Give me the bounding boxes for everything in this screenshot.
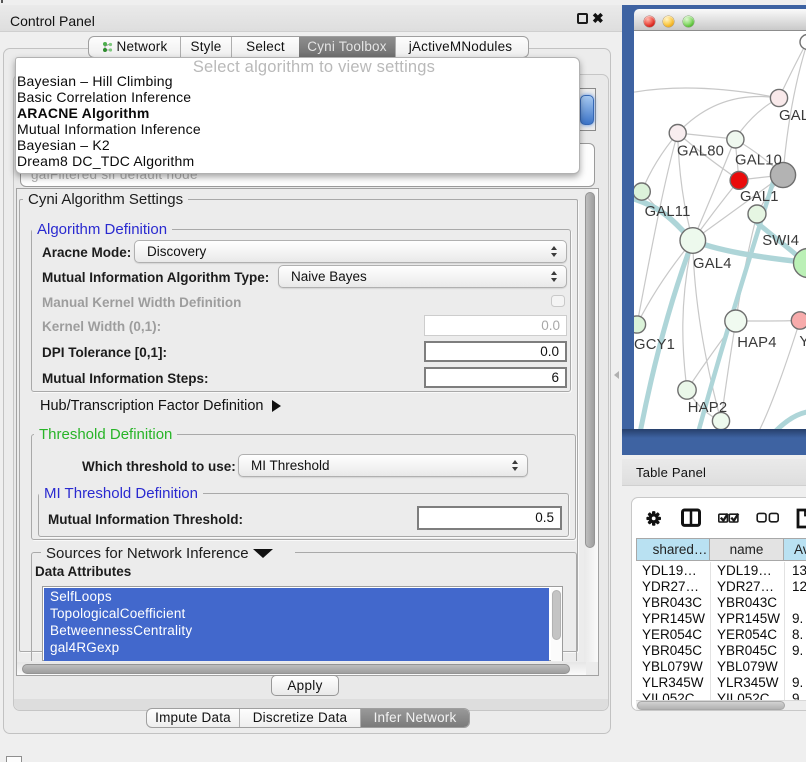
svg-text:GAL11: GAL11 xyxy=(645,204,691,220)
svg-text:GAL4: GAL4 xyxy=(693,256,732,272)
svg-text:HAP4: HAP4 xyxy=(737,335,776,351)
svg-text:YM: YM xyxy=(799,334,806,350)
svg-text:GAL80: GAL80 xyxy=(677,144,724,160)
svg-text:GCY1: GCY1 xyxy=(634,337,675,353)
svg-text:SWI4: SWI4 xyxy=(762,233,799,249)
svg-text:GAL10: GAL10 xyxy=(735,153,782,169)
svg-text:GAL7: GAL7 xyxy=(779,108,806,124)
svg-text:GAL1: GAL1 xyxy=(740,189,779,205)
svg-text:HAP2: HAP2 xyxy=(688,400,727,416)
